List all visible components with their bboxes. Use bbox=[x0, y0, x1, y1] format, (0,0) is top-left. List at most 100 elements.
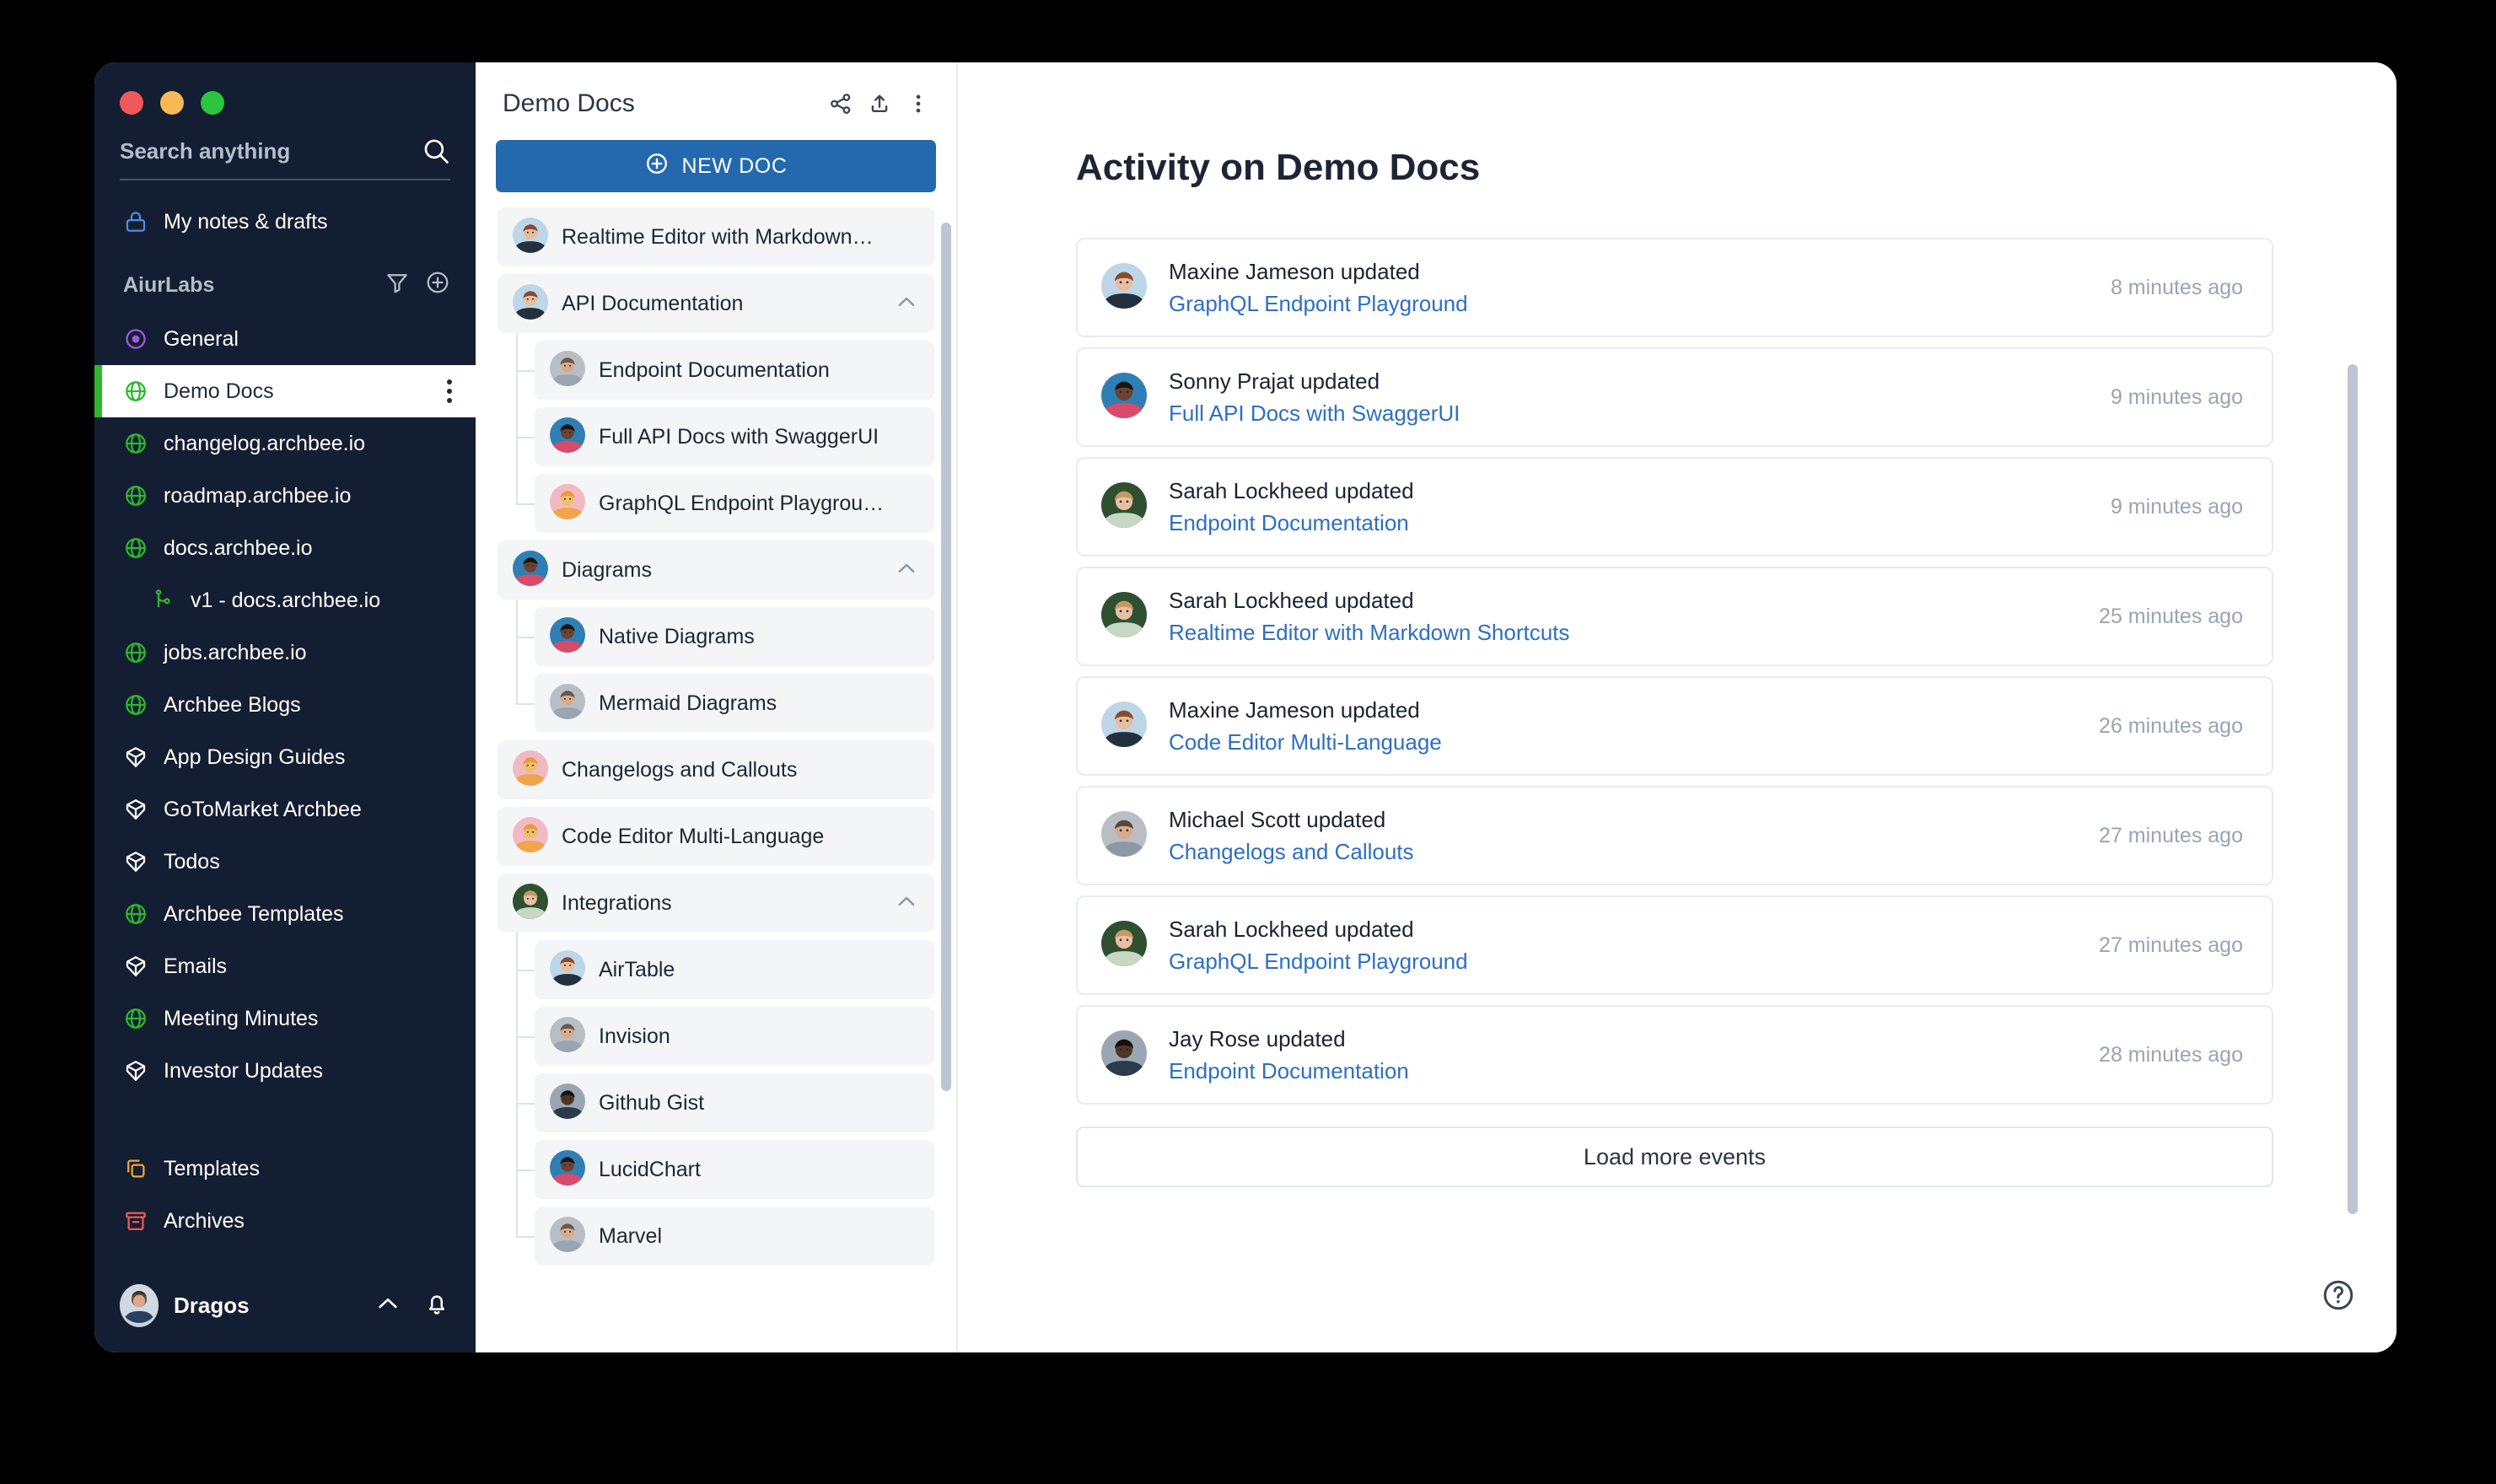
tree-item[interactable]: Realtime Editor with Markdown… bbox=[498, 207, 934, 266]
sidebar-item-meeting-minutes[interactable]: Meeting Minutes bbox=[94, 992, 476, 1045]
avatar bbox=[550, 1149, 585, 1190]
sidebar-item-my-notes[interactable]: My notes & drafts bbox=[94, 196, 476, 248]
avatar bbox=[550, 1016, 585, 1057]
search-icon[interactable] bbox=[422, 137, 450, 165]
tree-guide-line bbox=[516, 600, 518, 703]
tree-scrollbar[interactable] bbox=[941, 223, 951, 1091]
sidebar-item-investor-updates[interactable]: Investor Updates bbox=[94, 1045, 476, 1097]
globe-icon bbox=[123, 483, 159, 508]
tree-item[interactable]: LucidChart bbox=[535, 1140, 934, 1199]
tree-item[interactable]: Diagrams bbox=[498, 540, 934, 600]
new-doc-label: NEW DOC bbox=[681, 153, 788, 178]
activity-doc-link[interactable]: Realtime Editor with Markdown Shortcuts bbox=[1169, 620, 2099, 646]
sidebar-item-gotomarket-archbee[interactable]: GoToMarket Archbee bbox=[94, 783, 476, 836]
activity-doc-link[interactable]: GraphQL Endpoint Playground bbox=[1169, 949, 2099, 975]
space-list: General Demo Docs changelog.archbee.io road… bbox=[94, 313, 476, 1097]
activity-row[interactable]: Maxine Jameson updated Code Editor Multi-… bbox=[1076, 676, 2273, 776]
tree-item[interactable]: Native Diagrams bbox=[535, 607, 934, 666]
sidebar-item-label: Meeting Minutes bbox=[164, 1006, 319, 1030]
tree-item[interactable]: AirTable bbox=[535, 940, 934, 999]
tree-item-label: Integrations bbox=[562, 890, 672, 915]
plus-circle-icon[interactable] bbox=[425, 270, 450, 301]
tree-item[interactable]: GraphQL Endpoint Playgrou… bbox=[535, 474, 934, 533]
sidebar-item-todos[interactable]: Todos bbox=[94, 836, 476, 888]
maximize-window-button[interactable] bbox=[201, 91, 224, 115]
chevron-up-icon[interactable] bbox=[894, 289, 919, 319]
activity-row[interactable]: Maxine Jameson updated GraphQL Endpoint P… bbox=[1076, 238, 2273, 337]
avatar bbox=[1101, 372, 1147, 422]
sidebar-item-general[interactable]: General bbox=[94, 313, 476, 365]
sidebar-item-docs-archbee-io[interactable]: docs.archbee.io bbox=[94, 522, 476, 574]
chevron-up-icon[interactable] bbox=[894, 889, 919, 918]
tree-guide-tick bbox=[516, 503, 535, 505]
activity-row[interactable]: Michael Scott updated Changelogs and Call… bbox=[1076, 786, 2273, 885]
filter-icon[interactable] bbox=[385, 270, 410, 301]
activity-row[interactable]: Sarah Lockheed updated GraphQL Endpoint P… bbox=[1076, 895, 2273, 995]
tree-item-label: Mermaid Diagrams bbox=[599, 691, 777, 715]
avatar bbox=[550, 1216, 585, 1256]
sidebar-item-archives[interactable]: Archives bbox=[123, 1195, 450, 1247]
bell-icon[interactable] bbox=[423, 1290, 450, 1321]
globe-icon bbox=[123, 379, 159, 404]
sidebar-item-archbee-templates[interactable]: Archbee Templates bbox=[94, 888, 476, 940]
activity-timestamp: 8 minutes ago bbox=[2110, 275, 2243, 299]
sidebar-item-app-design-guides[interactable]: App Design Guides bbox=[94, 731, 476, 783]
tree-item[interactable]: Endpoint Documentation bbox=[535, 341, 934, 400]
tree-item[interactable]: Integrations bbox=[498, 874, 934, 933]
globe-icon bbox=[123, 692, 159, 718]
sidebar-item-jobs-archbee-io[interactable]: jobs.archbee.io bbox=[94, 626, 476, 679]
minimize-window-button[interactable] bbox=[160, 91, 184, 115]
sidebar-item-changelog-archbee-io[interactable]: changelog.archbee.io bbox=[94, 417, 476, 470]
tree-item[interactable]: Marvel bbox=[535, 1207, 934, 1266]
tree-item[interactable]: API Documentation bbox=[498, 274, 934, 333]
activity-doc-link[interactable]: Endpoint Documentation bbox=[1169, 1058, 2099, 1084]
activity-doc-link[interactable]: Full API Docs with SwaggerUI bbox=[1169, 401, 2111, 427]
activity-row[interactable]: Sonny Prajat updated Full API Docs with S… bbox=[1076, 347, 2273, 447]
activity-row[interactable]: Sarah Lockheed updated Realtime Editor wi… bbox=[1076, 567, 2273, 666]
tree-item[interactable]: Full API Docs with SwaggerUI bbox=[535, 407, 934, 466]
avatar bbox=[1101, 481, 1147, 532]
activity-doc-link[interactable]: Changelogs and Callouts bbox=[1169, 839, 2099, 865]
search-input[interactable] bbox=[120, 137, 398, 164]
more-vertical-icon[interactable] bbox=[906, 91, 931, 116]
tree-item-label: Code Editor Multi-Language bbox=[562, 824, 825, 848]
globe-icon bbox=[123, 1006, 159, 1031]
tree-item[interactable]: Github Gist bbox=[535, 1073, 934, 1132]
avatar bbox=[513, 816, 548, 857]
search-bar[interactable] bbox=[120, 137, 450, 180]
tree-item[interactable]: Changelogs and Callouts bbox=[498, 740, 934, 799]
sidebar-item-demo-docs[interactable]: Demo Docs bbox=[94, 365, 476, 417]
chevron-up-icon[interactable] bbox=[894, 556, 919, 585]
sidebar-item-emails[interactable]: Emails bbox=[94, 940, 476, 992]
activity-row[interactable]: Jay Rose updated Endpoint Documentation 28… bbox=[1076, 1005, 2273, 1105]
avatar[interactable] bbox=[120, 1284, 159, 1327]
sidebar-item-label: jobs.archbee.io bbox=[164, 640, 307, 664]
chevron-up-icon[interactable] bbox=[374, 1290, 401, 1321]
share-icon[interactable] bbox=[828, 91, 853, 116]
avatar bbox=[550, 483, 585, 524]
help-circle-icon[interactable] bbox=[2321, 1277, 2356, 1317]
sidebar-item-roadmap-archbee-io[interactable]: roadmap.archbee.io bbox=[94, 470, 476, 522]
new-doc-button[interactable]: NEW DOC bbox=[496, 140, 936, 192]
activity-user: Sarah Lockheed updated bbox=[1169, 477, 1414, 503]
sidebar-item-archbee-blogs[interactable]: Archbee Blogs bbox=[94, 679, 476, 731]
user-bar[interactable]: Dragos bbox=[94, 1271, 476, 1352]
activity-doc-link[interactable]: Code Editor Multi-Language bbox=[1169, 729, 2099, 755]
sidebar-item-label: General bbox=[164, 326, 239, 351]
load-more-button[interactable]: Load more events bbox=[1076, 1126, 2273, 1187]
tree-item[interactable]: Code Editor Multi-Language bbox=[498, 807, 934, 866]
avatar bbox=[513, 217, 548, 257]
sidebar-item-templates[interactable]: Templates bbox=[123, 1143, 450, 1195]
activity-doc-link[interactable]: Endpoint Documentation bbox=[1169, 510, 2111, 536]
upload-icon[interactable] bbox=[867, 91, 892, 116]
activity-row[interactable]: Sarah Lockheed updated Endpoint Documenta… bbox=[1076, 457, 2273, 556]
close-window-button[interactable] bbox=[120, 91, 143, 115]
more-vertical-icon[interactable] bbox=[447, 379, 452, 403]
avatar bbox=[513, 550, 548, 590]
tree-item[interactable]: Mermaid Diagrams bbox=[535, 674, 934, 733]
activity-scrollbar[interactable] bbox=[2348, 364, 2358, 1214]
sidebar-item-v1-docs-archbee-io[interactable]: v1 - docs.archbee.io bbox=[94, 574, 476, 626]
doc-tree-panel: Demo Docs NEW DOC Realtime Editor with M… bbox=[476, 62, 958, 1352]
activity-doc-link[interactable]: GraphQL Endpoint Playground bbox=[1169, 291, 2111, 317]
tree-item[interactable]: Invision bbox=[535, 1007, 934, 1066]
